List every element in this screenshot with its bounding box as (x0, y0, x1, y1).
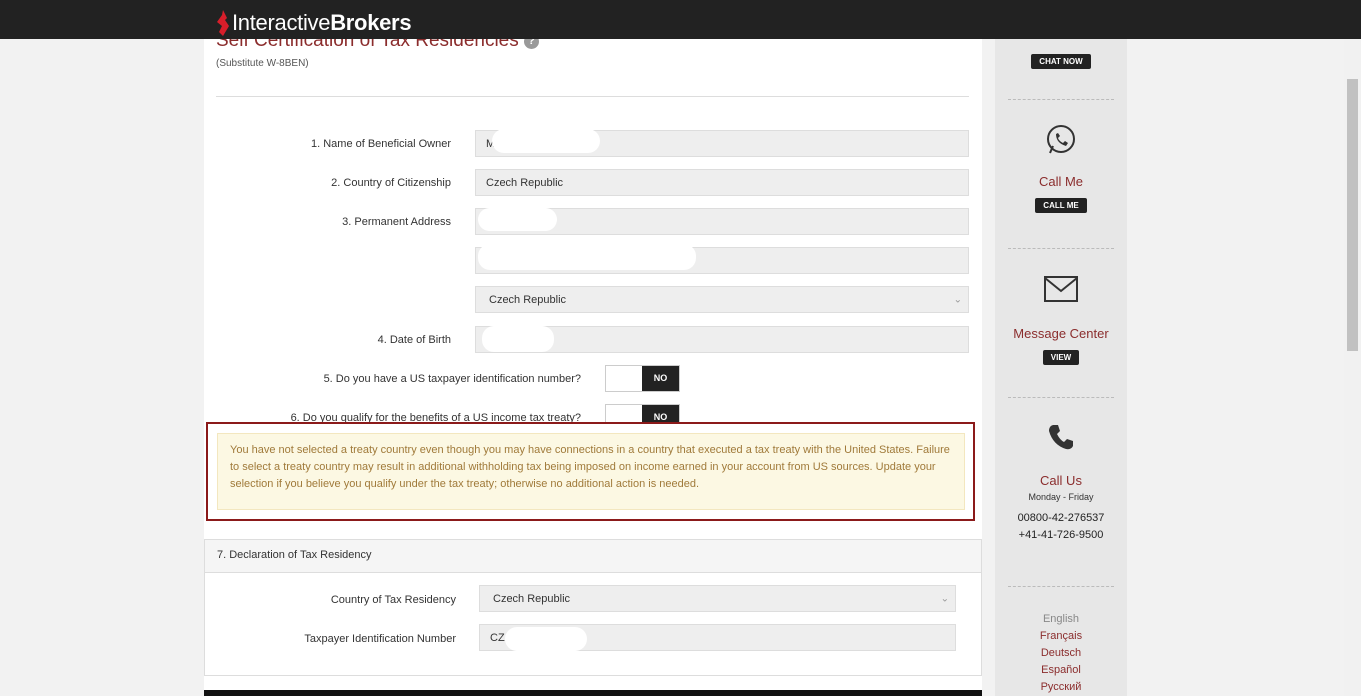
redacted-address1 (478, 208, 557, 231)
call-us-hours: Monday - Friday (1028, 492, 1094, 502)
view-messages-button[interactable]: VIEW (1042, 350, 1080, 365)
redacted-address2 (478, 244, 696, 270)
ib-logo[interactable]: InteractiveBrokers (216, 6, 412, 36)
logo-text: InteractiveBrokers (232, 10, 412, 35)
declaration-heading: 7. Declaration of Tax Residency (205, 540, 981, 573)
address-country-select[interactable]: Czech Republic ⌄ (475, 286, 969, 313)
us-tin-question: 5. Do you have a US taxpayer identificat… (323, 373, 581, 385)
separator (1008, 99, 1114, 100)
phone-icon (1049, 425, 1073, 450)
footer-bar (204, 690, 982, 696)
page-subtitle: (Substitute W-8BEN) (216, 58, 309, 69)
tax-country-label: Country of Tax Residency (330, 594, 456, 606)
call-me-title: Call Me (1038, 174, 1084, 189)
citizenship-field[interactable]: Czech Republic (475, 169, 969, 196)
message-center-title: Message Center (1013, 326, 1109, 341)
redacted-dob (482, 326, 554, 352)
whatsapp-icon (1047, 125, 1075, 154)
language-spanish[interactable]: Español (995, 662, 1127, 679)
call-us-block: Call Us Monday - Friday 00800-42-276537 … (995, 423, 1127, 544)
name-label: 1. Name of Beneficial Owner (310, 138, 451, 150)
language-list: English Français Deutsch Español Русский (995, 611, 1127, 696)
separator (1008, 586, 1114, 587)
envelope-icon (1044, 276, 1078, 302)
dob-label: 4. Date of Birth (377, 334, 451, 346)
divider (216, 96, 969, 97)
call-me-block: Call Me CALL ME (995, 124, 1127, 213)
call-me-button[interactable]: CALL ME (1035, 198, 1087, 213)
treaty-warning-alert: You have not selected a treaty country e… (217, 433, 965, 510)
call-us-title: Call Us (1040, 473, 1082, 488)
language-french[interactable]: Français (995, 628, 1127, 645)
separator (1008, 248, 1114, 249)
citizenship-label: 2. Country of Citizenship (331, 177, 451, 189)
language-german[interactable]: Deutsch (995, 645, 1127, 662)
chat-button-wrap: CHAT NOW (995, 51, 1127, 69)
language-english[interactable]: English (995, 611, 1127, 628)
message-center-block: Message Center VIEW (995, 276, 1127, 365)
form-panel: Self Certification of Tax Residencies ? … (204, 0, 982, 696)
chat-now-button[interactable]: CHAT NOW (1031, 54, 1091, 69)
redacted-name (492, 129, 600, 153)
support-sidebar: Live Chat CHAT NOW Call Me CALL ME Messa… (995, 0, 1127, 696)
phone-number-2[interactable]: +41-41-726-9500 (995, 527, 1127, 544)
logo-flame-icon (216, 10, 230, 36)
phone-number-1[interactable]: 00800-42-276537 (995, 510, 1127, 527)
top-bar: InteractiveBrokers (0, 0, 1361, 39)
separator (1008, 397, 1114, 398)
treaty-warning-highlight: You have not selected a treaty country e… (206, 422, 975, 521)
chevron-down-icon: ⌄ (953, 294, 962, 305)
scrollbar-thumb[interactable] (1347, 79, 1358, 351)
language-russian[interactable]: Русский (995, 679, 1127, 696)
chevron-down-icon: ⌄ (940, 593, 949, 604)
page-scrollbar[interactable] (1344, 39, 1361, 696)
address-label: 3. Permanent Address (342, 216, 451, 228)
tin-label: Taxpayer Identification Number (304, 633, 456, 645)
toggle-no-label: NO (642, 366, 679, 391)
tax-country-select[interactable]: Czech Republic ⌄ (479, 585, 956, 612)
tax-residency-declaration: 7. Declaration of Tax Residency Country … (204, 539, 982, 676)
us-tin-toggle[interactable]: NO (605, 365, 680, 392)
redacted-tin (505, 627, 587, 651)
